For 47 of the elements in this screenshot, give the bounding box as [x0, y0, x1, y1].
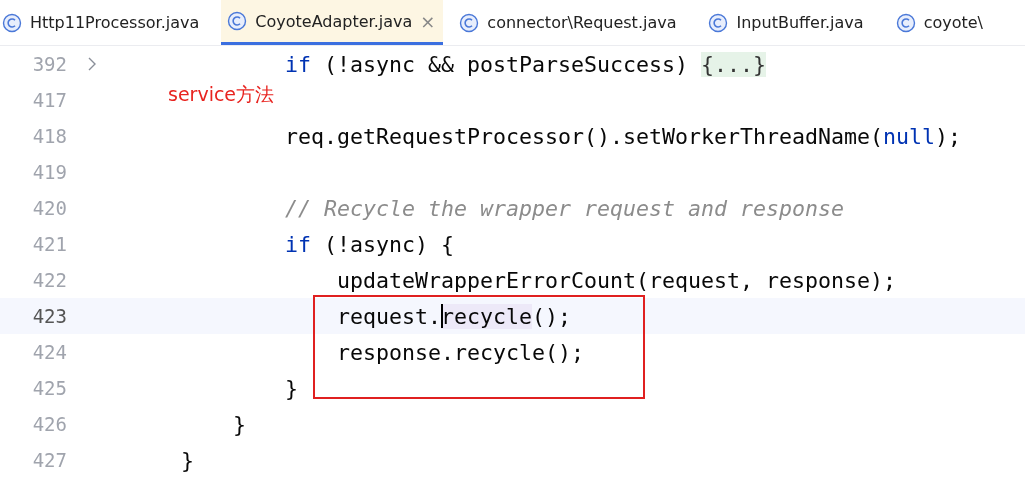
code-text: response.recycle(); — [337, 339, 584, 365]
line-number: 425 — [31, 377, 67, 399]
code-text: request. — [337, 303, 441, 329]
line-number: 422 — [31, 269, 67, 291]
editor-tab[interactable]: Http11Processor.java — [0, 0, 216, 45]
class-icon — [895, 12, 916, 33]
class-icon — [227, 11, 248, 31]
code-text: req.getRequestProcessor().setWorkerThreadName( — [285, 123, 884, 149]
line-number: 423 — [31, 305, 67, 327]
tab-label: Http11Processor.java — [30, 13, 200, 32]
highlighted-usage: recycle — [441, 303, 533, 329]
code-text: } — [181, 447, 194, 473]
editor-tab[interactable]: coyote\ — [893, 0, 999, 45]
line-number: 426 — [31, 413, 67, 435]
line-number: 427 — [31, 449, 67, 471]
line-number: 418 — [31, 125, 67, 147]
expand-icon[interactable] — [87, 57, 97, 71]
editor-tab[interactable]: CoyoteAdapter.java × — [221, 0, 444, 45]
editor-tab[interactable]: connector\Request.java — [457, 0, 693, 45]
code-text: (); — [532, 303, 572, 329]
editor-tab[interactable]: InputBuffer.java — [706, 0, 880, 45]
keyword: null — [883, 123, 936, 149]
tab-label: coyote\ — [923, 13, 983, 32]
line-number: 420 — [31, 197, 67, 219]
line-number: 392 — [31, 53, 67, 75]
code-text: ); — [935, 123, 962, 149]
code-text: } — [285, 375, 298, 401]
keyword: if — [285, 51, 311, 77]
tab-label: InputBuffer.java — [736, 13, 864, 32]
code-text: (!async) { — [323, 231, 455, 257]
line-number: 421 — [31, 233, 67, 255]
code-text: } — [233, 411, 246, 437]
code-comment: // Recycle the wrapper request and response — [285, 195, 845, 221]
tab-label: connector\Request.java — [487, 13, 677, 32]
class-icon — [708, 12, 729, 33]
class-icon — [459, 12, 480, 33]
class-icon — [2, 12, 22, 33]
keyword: if — [285, 231, 311, 257]
line-number: 419 — [31, 161, 67, 183]
line-number: 417 — [31, 89, 67, 111]
code-text: updateWrapperErrorCount(request, response); — [337, 267, 897, 293]
annotation-text: service方法 — [168, 82, 275, 107]
code-text: (!async && postParseSuccess) — [323, 51, 690, 77]
text-caret — [441, 304, 443, 328]
folded-code: {...} — [701, 51, 767, 77]
line-number: 424 — [31, 341, 67, 363]
tab-label: CoyoteAdapter.java — [255, 11, 413, 31]
